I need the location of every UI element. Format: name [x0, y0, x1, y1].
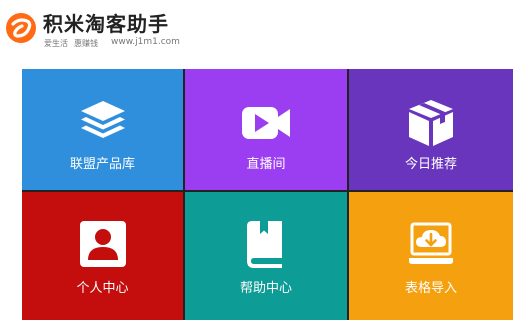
app-title: 积米淘客助手 — [43, 12, 169, 36]
help-book-icon — [247, 221, 282, 268]
video-camera-icon — [242, 107, 290, 139]
app-header: 积米淘客助手 爱生活 惠赚钱 www.j1m1.com — [0, 0, 523, 60]
tile-product-library[interactable]: 联盟产品库 — [22, 69, 183, 190]
tile-personal-center[interactable]: 个人中心 — [22, 192, 183, 320]
tile-label: 今日推荐 — [404, 157, 457, 172]
slogan-part-2: 惠赚钱 — [74, 39, 98, 48]
tile-live-room[interactable]: 直播间 — [185, 69, 347, 190]
tile-help-center[interactable]: 帮助中心 — [185, 192, 347, 320]
tile-grid: 联盟产品库 直播间 今日推荐 个人中心 帮助中心 表格导入 — [22, 69, 513, 320]
tile-today-recommend[interactable]: 今日推荐 — [349, 69, 513, 190]
slogan: 爱生活 惠赚钱 — [44, 38, 98, 49]
jimi-logo-icon — [6, 13, 36, 43]
tile-label: 表格导入 — [404, 281, 457, 296]
user-profile-icon — [79, 221, 126, 267]
tile-label: 直播间 — [246, 157, 286, 172]
layers-icon — [80, 101, 125, 138]
package-box-icon — [409, 100, 453, 146]
tile-label: 帮助中心 — [239, 281, 292, 296]
cloud-import-icon — [409, 222, 453, 264]
tile-label: 个人中心 — [76, 281, 129, 296]
website-text: www.j1m1.com — [111, 37, 180, 47]
tile-table-import[interactable]: 表格导入 — [349, 192, 513, 320]
slogan-part-1: 爱生活 — [44, 39, 68, 48]
tile-label: 联盟产品库 — [69, 157, 135, 172]
